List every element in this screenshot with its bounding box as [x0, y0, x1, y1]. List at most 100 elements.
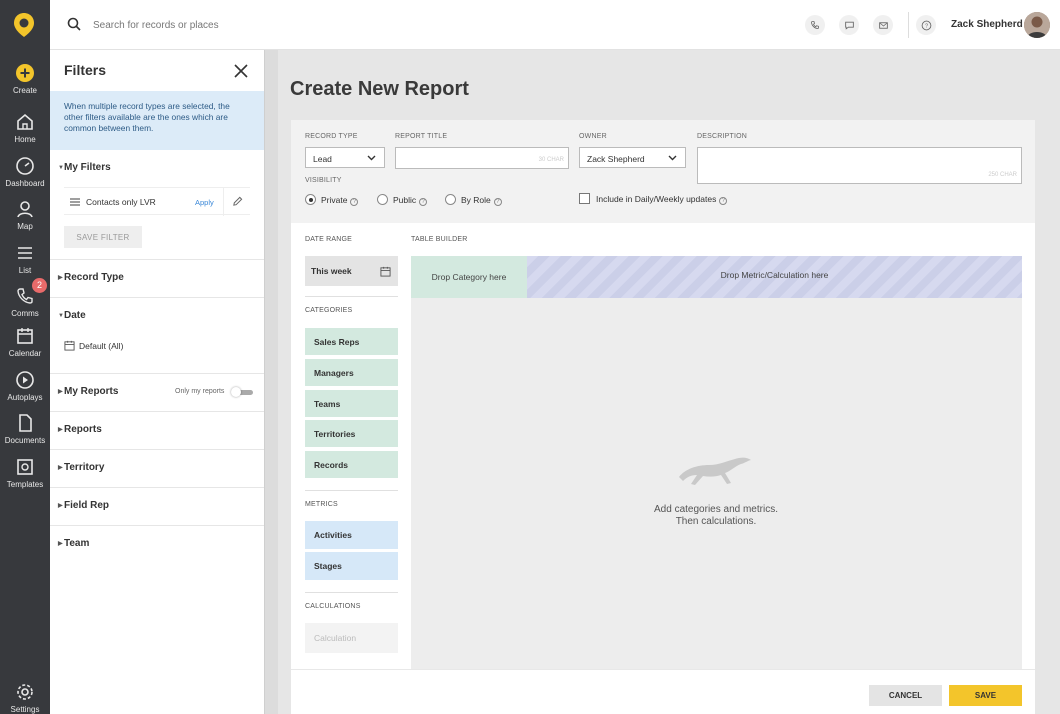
list-icon: [70, 198, 80, 206]
plus-circle-icon: [16, 64, 34, 82]
nav-label: Autoplays: [7, 393, 43, 402]
filters-info-banner: When multiple record types are selected,…: [50, 91, 264, 150]
char-counter: 250 CHAR: [988, 172, 1017, 178]
nav-label: Calendar: [8, 349, 42, 358]
section-reports[interactable]: ▶Reports: [58, 424, 102, 435]
nav-label: Map: [17, 222, 33, 231]
metric-stages[interactable]: Stages: [305, 552, 398, 580]
nav-templates[interactable]: Templates: [0, 457, 50, 489]
radio-selected: [305, 194, 316, 205]
nav-documents[interactable]: Documents: [0, 413, 50, 445]
app-logo[interactable]: [13, 12, 35, 38]
calculations-label: CALCULATIONS: [305, 603, 361, 610]
help-button[interactable]: ?: [916, 15, 936, 35]
category-records[interactable]: Records: [305, 451, 398, 479]
save-button[interactable]: SAVE: [949, 685, 1022, 706]
save-filter-button[interactable]: SAVE FILTER: [64, 226, 142, 248]
nav-dashboard[interactable]: Dashboard: [0, 156, 50, 188]
search-input[interactable]: [93, 15, 393, 35]
report-title-label: REPORT TITLE: [395, 133, 448, 140]
user-name[interactable]: Zack Shepherd: [951, 19, 1023, 30]
section-my-filters[interactable]: ▼My Filters: [58, 162, 111, 173]
nav-label: Settings: [10, 705, 40, 714]
checkbox-label: Include in Daily/Weekly updates: [596, 194, 717, 204]
description-input[interactable]: 250 CHAR: [697, 147, 1022, 184]
avatar[interactable]: [1024, 12, 1050, 38]
help-icon[interactable]: ?: [419, 198, 428, 206]
form-footer: CANCEL SAVE: [291, 669, 1035, 714]
report-title-input[interactable]: 30 CHAR: [395, 147, 569, 169]
section-label: Team: [64, 538, 90, 549]
section-team[interactable]: ▶Team: [58, 538, 89, 549]
only-my-reports-toggle[interactable]: [231, 387, 255, 397]
record-type-select[interactable]: Lead: [305, 147, 385, 168]
category-territories[interactable]: Territories: [305, 420, 398, 448]
help-icon: ?: [921, 20, 931, 30]
report-builder: DATE RANGE This week CATEGORIES Sales Re…: [291, 223, 1035, 669]
nav-create[interactable]: Create: [0, 63, 50, 95]
table-builder-canvas[interactable]: Drop Category here Drop Metric/Calculati…: [411, 256, 1022, 669]
visibility-private-radio[interactable]: Private?: [305, 194, 359, 206]
metric-activities[interactable]: Activities: [305, 521, 398, 549]
drop-metric-zone[interactable]: Drop Metric/Calculation here: [527, 256, 1022, 298]
section-field-rep[interactable]: ▶Field Rep: [58, 500, 109, 511]
checkbox-box: [579, 193, 590, 204]
pencil-icon[interactable]: [232, 196, 243, 207]
apply-filter-link[interactable]: Apply: [195, 198, 214, 207]
nav-autoplays[interactable]: Autoplays: [0, 370, 50, 402]
section-record-type[interactable]: ▶Record Type: [58, 272, 124, 283]
section-date[interactable]: ▼Date: [58, 310, 86, 321]
search-icon: [67, 17, 81, 31]
page-title: Create New Report: [290, 78, 469, 100]
chevron-down-icon: [367, 155, 376, 161]
user-avatar-icon: [1024, 12, 1050, 38]
owner-select[interactable]: Zack Shepherd: [579, 147, 686, 168]
include-updates-checkbox[interactable]: Include in Daily/Weekly updates?: [579, 193, 728, 205]
section-my-reports[interactable]: ▶My Reports: [58, 386, 118, 397]
categories-label: CATEGORIES: [305, 307, 353, 314]
owner-value: Zack Shepherd: [587, 154, 645, 164]
section-label: Date: [64, 310, 86, 321]
radio-unselected: [377, 194, 388, 205]
section-label: My Filters: [64, 162, 111, 173]
chat-bubble-icon: [844, 21, 854, 30]
nav-label: Documents: [4, 436, 46, 445]
radio-unselected: [445, 194, 456, 205]
nav-list[interactable]: List: [0, 243, 50, 275]
help-icon[interactable]: ?: [493, 198, 502, 206]
calculation-placeholder[interactable]: Calculation: [305, 623, 398, 653]
description-label: DESCRIPTION: [697, 133, 748, 140]
nav-settings[interactable]: Settings: [0, 682, 50, 714]
section-territory[interactable]: ▶Territory: [58, 462, 104, 473]
help-icon[interactable]: ?: [350, 198, 359, 206]
nav-calendar[interactable]: Calendar: [0, 326, 50, 358]
table-builder-label: TABLE BUILDER: [411, 236, 468, 243]
filters-panel: Filters When multiple record types are s…: [50, 50, 264, 714]
category-sales-reps[interactable]: Sales Reps: [305, 328, 398, 356]
nav-home[interactable]: Home: [0, 112, 50, 144]
map-pin-icon: [17, 201, 33, 218]
help-icon[interactable]: ?: [719, 197, 728, 205]
date-range-picker[interactable]: This week: [305, 256, 398, 286]
date-default-option[interactable]: Default (All): [64, 340, 123, 351]
close-icon[interactable]: [234, 64, 248, 78]
messages-button[interactable]: [839, 15, 859, 35]
visibility-public-radio[interactable]: Public?: [377, 194, 428, 206]
panel-resize-gutter[interactable]: [264, 50, 278, 714]
main-content: Create New Report RECORD TYPE Lead REPOR…: [278, 50, 1060, 714]
calendar-icon: [17, 328, 33, 344]
category-teams[interactable]: Teams: [305, 390, 398, 418]
nav-label: List: [18, 266, 32, 275]
nav-map[interactable]: Map: [0, 199, 50, 231]
category-managers[interactable]: Managers: [305, 359, 398, 387]
call-button[interactable]: [805, 15, 825, 35]
drop-category-zone[interactable]: Drop Category here: [411, 256, 527, 298]
nav-label: Templates: [6, 480, 44, 489]
section-label: Territory: [64, 462, 105, 473]
email-button[interactable]: [873, 15, 893, 35]
divider: [305, 296, 398, 297]
nav-comms[interactable]: Comms 2: [0, 278, 50, 318]
radio-label: Private: [321, 195, 348, 205]
visibility-by-role-radio[interactable]: By Role?: [445, 194, 502, 206]
cancel-button[interactable]: CANCEL: [869, 685, 942, 706]
